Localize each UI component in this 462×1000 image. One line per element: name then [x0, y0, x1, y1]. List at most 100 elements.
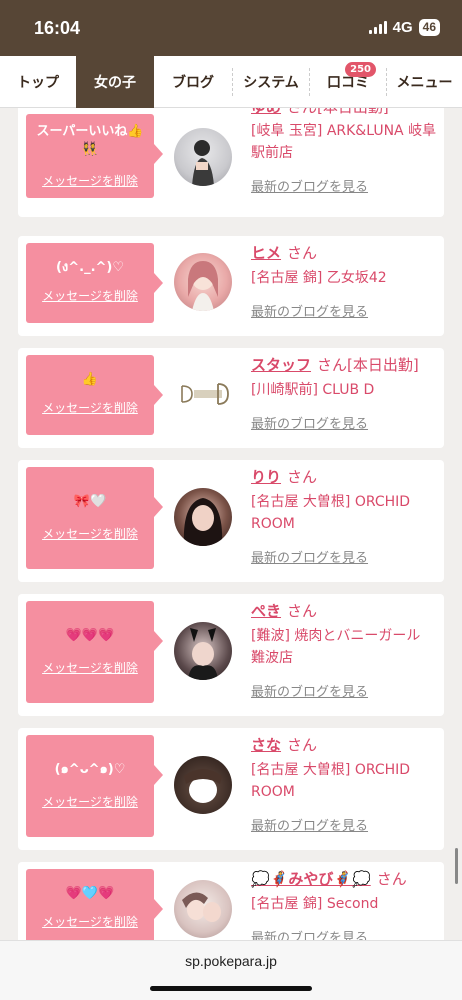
tab-menu[interactable]: メニュー	[387, 56, 462, 108]
avatar[interactable]	[174, 253, 232, 311]
tab-label: メニュー	[396, 75, 453, 91]
message-text: 🎀🤍	[73, 494, 107, 509]
latest-blog-link[interactable]: 最新のブログを見る	[251, 681, 368, 700]
tab-label: トップ	[17, 75, 59, 91]
latest-blog-link[interactable]: 最新のブログを見る	[251, 927, 368, 940]
honorific: さん	[287, 244, 318, 262]
top-nav: トップ 女の子 ブログ システム 口コミ 250 メニュー	[0, 56, 462, 108]
list-item: 👍 メッセージを削除 スタッフ さん[本日出勤] [川崎駅前] CLUB D 最新…	[18, 348, 444, 448]
battery-icon: 46	[418, 19, 440, 36]
cast-name-link[interactable]: 💭🦸みやび🦸💭	[251, 870, 371, 888]
delete-message-link[interactable]: メッセージを削除	[26, 913, 154, 930]
shop-name[interactable]: [名古屋 錦] 乙女坂42	[251, 267, 437, 289]
list-item: 💗💗💗 メッセージを削除 ぺき さん [難波] 焼肉とバニーガール 難波店 最新の…	[18, 594, 444, 716]
tab-blog[interactable]: ブログ	[154, 56, 232, 108]
message-text: (ง^._.^)♡	[55, 260, 125, 275]
cast-name-link[interactable]: ゆめ	[251, 108, 281, 116]
latest-blog-link[interactable]: 最新のブログを見る	[251, 301, 368, 320]
url-text: sp.pokepara.jp	[185, 953, 277, 969]
honorific: さん	[287, 602, 318, 620]
scroll-indicator[interactable]	[455, 848, 458, 884]
latest-blog-link[interactable]: 最新のブログを見る	[251, 176, 368, 195]
shop-name[interactable]: [名古屋 大曽根] ORCHID ROOM	[251, 491, 437, 535]
delete-message-link[interactable]: メッセージを削除	[26, 659, 154, 676]
status-right: 4G 46	[368, 19, 440, 36]
honorific: さん	[287, 108, 317, 116]
shop-name[interactable]: [難波] 焼肉とバニーガール 難波店	[251, 625, 437, 669]
avatar-photo	[182, 892, 221, 922]
avatar-photo	[192, 140, 214, 186]
tab-girls[interactable]: 女の子	[76, 56, 154, 108]
tab-top[interactable]: トップ	[0, 56, 76, 108]
avatar[interactable]	[174, 128, 232, 186]
latest-blog-link[interactable]: 最新のブログを見る	[251, 815, 368, 834]
message-text: 💗💗💗	[65, 628, 115, 643]
tab-label: ブログ	[172, 75, 214, 91]
message-bubble: 🎀🤍 メッセージを削除	[26, 467, 163, 569]
cast-name-link[interactable]: さな	[251, 736, 281, 754]
message-bubble: 💗🩵💗 メッセージを削除	[26, 869, 163, 940]
avatar[interactable]	[174, 756, 232, 814]
list-item: 🎀🤍 メッセージを削除 りり さん [名古屋 大曽根] ORCHID ROOM 最…	[18, 460, 444, 582]
message-text: スーパーいいね👍👯	[36, 124, 144, 157]
shop-name[interactable]: [名古屋 錦] Second	[251, 893, 437, 915]
avatar[interactable]	[174, 880, 232, 938]
list-item: (๑^ᴗ^๑)♡ メッセージを削除 さな さん [名古屋 大曽根] ORCHID …	[18, 728, 444, 850]
list-item: スーパーいいね👍👯 メッセージを削除 ゆめさん[本日出勤] [岐阜 玉宮] AR…	[18, 108, 444, 217]
today-tag: [本日出勤]	[317, 108, 389, 116]
message-text: (๑^ᴗ^๑)♡	[54, 762, 126, 777]
browser-url-bar[interactable]: sp.pokepara.jp	[0, 940, 462, 1000]
reviews-count-badge: 250	[345, 62, 376, 77]
honorific: さん	[287, 468, 318, 486]
latest-blog-link[interactable]: 最新のブログを見る	[251, 547, 368, 566]
avatar-photo	[188, 261, 218, 311]
avatar-photo	[188, 628, 218, 680]
name-line: スタッフ さん[本日出勤]	[251, 354, 419, 376]
delete-message-link[interactable]: メッセージを削除	[26, 793, 154, 810]
avatar[interactable]	[174, 488, 232, 546]
name-line: ゆめさん[本日出勤]	[251, 108, 389, 118]
avatar-photo	[183, 498, 223, 546]
tab-system[interactable]: システム	[233, 56, 309, 108]
cast-name-link[interactable]: りり	[251, 468, 281, 486]
delete-message-link[interactable]: メッセージを削除	[26, 172, 154, 189]
delete-message-link[interactable]: メッセージを削除	[26, 287, 154, 304]
signal-icon	[368, 21, 387, 34]
message-bubble: (ง^._.^)♡ メッセージを削除	[26, 243, 163, 323]
club-d-logo	[181, 383, 229, 405]
message-text: 👍	[81, 372, 99, 387]
tab-reviews[interactable]: 口コミ 250	[310, 56, 386, 108]
name-line: りり さん	[251, 466, 317, 488]
delete-message-link[interactable]: メッセージを削除	[26, 525, 154, 542]
cast-name-link[interactable]: スタッフ	[251, 356, 311, 374]
message-bubble: 👍 メッセージを削除	[26, 355, 163, 435]
avatar[interactable]	[174, 622, 232, 680]
shop-name[interactable]: [岐阜 玉宮] ARK&LUNA 岐阜駅前店	[251, 120, 437, 164]
status-bar: 16:04 4G 46	[0, 0, 462, 56]
tab-label: システム	[243, 75, 299, 91]
message-list: スーパーいいね👍👯 メッセージを削除 ゆめさん[本日出勤] [岐阜 玉宮] AR…	[18, 108, 444, 940]
latest-blog-link[interactable]: 最新のブログを見る	[251, 413, 368, 432]
home-indicator[interactable]	[150, 986, 312, 991]
message-bubble: 💗💗💗 メッセージを削除	[26, 601, 163, 703]
shop-name[interactable]: [名古屋 大曽根] ORCHID ROOM	[251, 759, 437, 803]
delete-message-link[interactable]: メッセージを削除	[26, 399, 154, 416]
honorific: さん	[376, 870, 407, 888]
shop-name[interactable]: [川崎駅前] CLUB D	[251, 379, 437, 401]
cast-name-link[interactable]: ヒメ	[251, 244, 281, 262]
name-line: 💭🦸みやび🦸💭 さん	[251, 868, 407, 890]
avatar[interactable]	[174, 365, 232, 423]
message-text: 💗🩵💗	[65, 886, 115, 901]
avatar-photo	[184, 769, 222, 803]
cast-name-link[interactable]: ぺき	[251, 602, 281, 620]
message-bubble: スーパーいいね👍👯 メッセージを削除	[26, 114, 163, 198]
network-label: 4G	[392, 19, 413, 36]
name-line: ヒメ さん	[251, 242, 317, 264]
tab-label: 女の子	[94, 75, 136, 91]
today-tag: [本日出勤]	[347, 356, 419, 374]
name-line: さな さん	[251, 734, 317, 756]
status-time: 16:04	[34, 18, 81, 38]
honorific: さん	[317, 356, 348, 374]
list-item: 💗🩵💗 メッセージを削除 💭🦸みやび🦸💭 さん [名古屋 錦] Second 最新…	[18, 862, 444, 940]
list-item: (ง^._.^)♡ メッセージを削除 ヒメ さん [名古屋 錦] 乙女坂42 最新…	[18, 236, 444, 336]
